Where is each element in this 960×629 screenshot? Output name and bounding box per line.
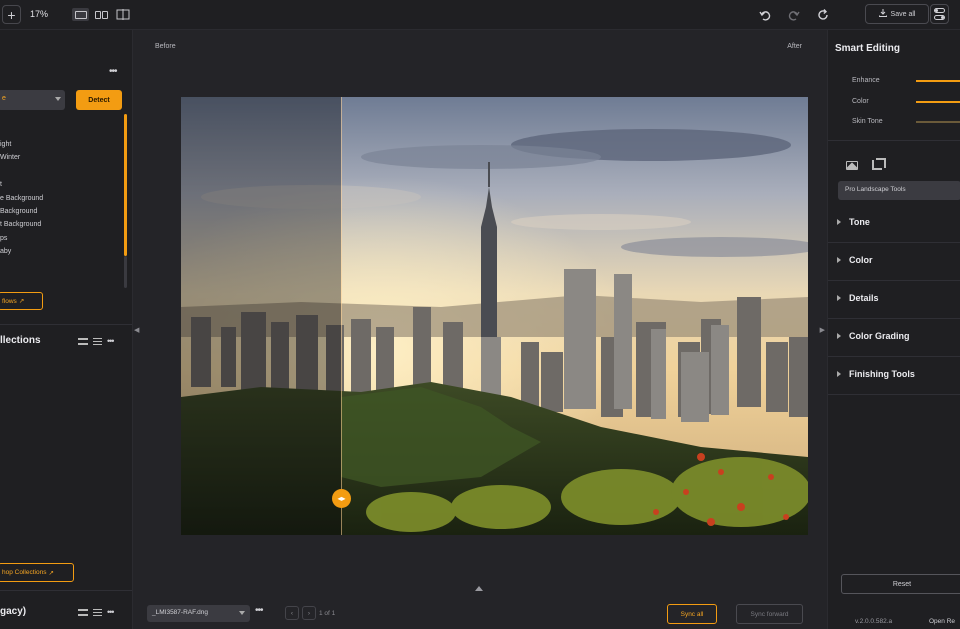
save-all-button[interactable]: Save all: [865, 4, 929, 24]
top-toolbar: + 17% Save all: [0, 0, 960, 30]
external-link-icon: ↗: [48, 569, 54, 577]
more-icon[interactable]: •••: [107, 607, 115, 617]
compare-view-icon[interactable]: [114, 8, 131, 21]
list-view-icon[interactable]: [93, 608, 102, 616]
chevron-right-icon: [837, 371, 841, 377]
shop-collections-label: hop Collections: [2, 569, 47, 576]
more-icon[interactable]: •••: [255, 605, 263, 616]
section-finishing-tools[interactable]: Finishing Tools: [828, 357, 960, 395]
before-label: Before: [155, 43, 176, 50]
reset-icon[interactable]: [815, 7, 831, 23]
section-color-grading[interactable]: Color Grading: [828, 319, 960, 357]
section-color[interactable]: Color: [828, 243, 960, 281]
section-label: Color Grading: [849, 331, 910, 341]
pager: ‹ › 1 of 1: [285, 606, 335, 620]
chevron-right-icon[interactable]: ›: [302, 606, 316, 620]
chevron-right-icon: [837, 219, 841, 225]
save-all-label: Save all: [890, 10, 916, 18]
color-label: Color: [852, 98, 869, 105]
download-icon: [878, 9, 887, 19]
list-item[interactable]: e Background: [0, 195, 43, 202]
file-name: _LMI3587-RAF.dng: [152, 609, 209, 616]
crop-icon[interactable]: [872, 158, 886, 170]
scrollbar-thumb[interactable]: [124, 114, 127, 256]
chevron-right-icon[interactable]: ▶: [820, 326, 825, 334]
sync-all-button[interactable]: Sync all: [667, 604, 717, 624]
before-overlay: [181, 97, 341, 535]
collections-heading: llections: [0, 335, 41, 346]
external-link-icon: ↗: [18, 298, 25, 305]
chevron-down-icon: [55, 97, 61, 101]
list-item[interactable]: Winter: [0, 154, 20, 161]
grid-view-icon[interactable]: [78, 337, 88, 345]
redo-icon[interactable]: [786, 7, 802, 23]
single-view-icon[interactable]: [72, 8, 89, 21]
section-label: Finishing Tools: [849, 369, 915, 379]
scrollbar-track[interactable]: [124, 256, 127, 288]
workflows-label: flows: [2, 297, 17, 305]
list-item[interactable]: t Background: [0, 221, 41, 228]
list-view-icon[interactable]: [93, 337, 102, 345]
after-label: After: [787, 43, 802, 50]
version-label: v.2.0.0.582.a: [855, 618, 893, 625]
list-item[interactable]: t: [0, 181, 2, 188]
compare-split-handle[interactable]: ◂▸: [332, 489, 351, 508]
grid-view-icon[interactable]: [78, 608, 88, 616]
chevron-right-icon: [837, 295, 841, 301]
divider: [0, 324, 132, 325]
more-icon[interactable]: •••: [109, 66, 117, 77]
panel-title: Smart Editing: [835, 43, 901, 54]
chevron-left-icon[interactable]: ◀: [134, 326, 139, 334]
section-label: Details: [849, 293, 879, 303]
divider: [0, 590, 132, 591]
more-icon[interactable]: •••: [107, 336, 115, 346]
color-slider[interactable]: [916, 101, 960, 103]
page-info: 1 of 1: [319, 609, 336, 617]
preset-select[interactable]: e: [0, 90, 65, 110]
list-item[interactable]: ps: [0, 235, 7, 242]
skin-tone-slider[interactable]: [916, 121, 960, 123]
list-item[interactable]: aby: [0, 248, 11, 255]
section-tone[interactable]: Tone: [828, 205, 960, 243]
compare-split-line[interactable]: [341, 97, 342, 535]
chevron-down-icon: [239, 611, 245, 615]
sync-forward-button[interactable]: Sync forward: [736, 604, 803, 624]
shop-collections-button[interactable]: hop Collections ↗: [0, 563, 74, 582]
workflows-button[interactable]: flows ↗: [0, 292, 43, 310]
reset-button[interactable]: Reset: [841, 574, 960, 594]
image-icon[interactable]: [846, 160, 858, 170]
detect-button[interactable]: Detect: [76, 90, 122, 110]
canvas-area: Before After ◀ ▶ ◂▸ _LMI3587-RAF.dng •••…: [133, 30, 827, 629]
chevron-right-icon: [837, 333, 841, 339]
zoom-level[interactable]: 17%: [30, 9, 48, 19]
list-item[interactable]: ight: [0, 141, 11, 148]
file-select[interactable]: _LMI3587-RAF.dng: [147, 605, 250, 622]
skin-tone-label: Skin Tone: [852, 118, 883, 125]
section-details[interactable]: Details: [828, 281, 960, 319]
photo-preview[interactable]: ◂▸: [181, 97, 808, 535]
chevron-right-icon: [837, 257, 841, 263]
preset-select-value: e: [2, 95, 6, 102]
section-label: Color: [849, 255, 873, 265]
preset-tools-select[interactable]: Pro Landscape Tools: [838, 181, 960, 200]
open-link[interactable]: Open Re: [929, 618, 955, 625]
enhance-slider[interactable]: [916, 80, 960, 82]
split-view-icon[interactable]: [93, 8, 110, 21]
chevron-left-icon[interactable]: ‹: [285, 606, 299, 620]
legacy-heading: gacy): [0, 606, 27, 617]
toggle-icon[interactable]: [930, 4, 949, 24]
section-label: Tone: [849, 217, 870, 227]
enhance-label: Enhance: [852, 77, 880, 84]
plus-icon[interactable]: +: [2, 5, 21, 24]
undo-icon[interactable]: [757, 7, 773, 23]
right-panel: Smart Editing Enhance Color Skin Tone Pr…: [827, 30, 960, 629]
list-item[interactable]: Background: [0, 208, 37, 215]
divider: [828, 140, 960, 141]
chevron-up-icon[interactable]: [475, 586, 483, 591]
left-panel: ••• e Detect ight Winter t e Background …: [0, 30, 133, 629]
